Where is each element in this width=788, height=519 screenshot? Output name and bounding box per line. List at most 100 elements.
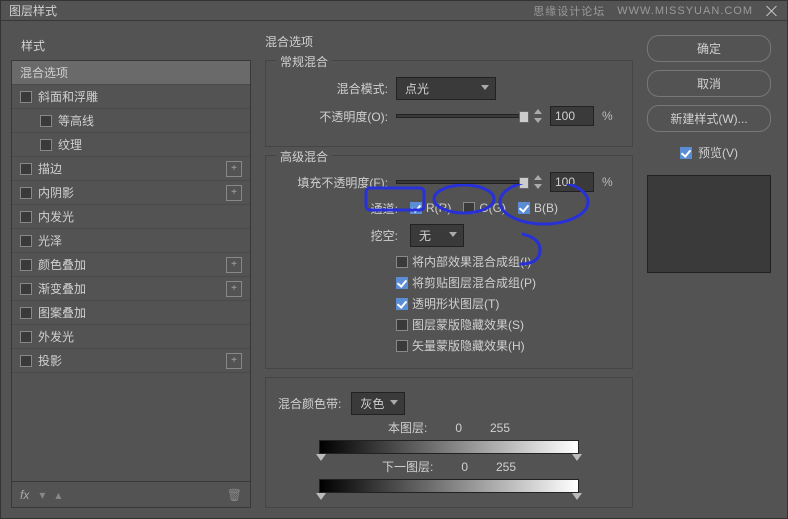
style-item-3[interactable]: 纹理 bbox=[12, 133, 250, 157]
style-item-11[interactable]: 外发光 bbox=[12, 325, 250, 349]
channels-label: 通道: bbox=[342, 200, 398, 217]
arrow-up-icon[interactable]: ▴ bbox=[55, 488, 61, 502]
knockout-select[interactable]: 无 bbox=[410, 224, 464, 247]
add-effect-icon[interactable]: + bbox=[226, 161, 242, 177]
adv-opt-checkbox-3[interactable] bbox=[396, 319, 408, 331]
trash-icon[interactable]: 🗑 bbox=[227, 488, 242, 502]
this-layer-label: 本图层: bbox=[388, 419, 427, 436]
arrow-down-icon[interactable]: ▾ bbox=[39, 488, 45, 502]
style-checkbox[interactable] bbox=[40, 115, 52, 127]
style-label: 等高线 bbox=[58, 112, 94, 129]
style-label: 投影 bbox=[38, 352, 62, 369]
preview-swatch bbox=[647, 175, 771, 273]
adv-opt-checkbox-1[interactable] bbox=[396, 277, 408, 289]
general-blend-group: 常规混合 混合模式: 点光 不透明度(O): 100 % bbox=[265, 60, 633, 147]
preview-checkbox[interactable] bbox=[680, 147, 692, 159]
style-checkbox[interactable] bbox=[20, 355, 32, 367]
channel-g-checkbox[interactable] bbox=[463, 202, 475, 214]
ok-button[interactable]: 确定 bbox=[647, 35, 771, 62]
style-label: 纹理 bbox=[58, 136, 82, 153]
style-checkbox[interactable] bbox=[40, 139, 52, 151]
blendif-select[interactable]: 灰色 bbox=[351, 392, 405, 415]
new-style-button[interactable]: 新建样式(W)... bbox=[647, 105, 771, 132]
blend-if-group: 混合颜色带: 灰色 本图层: 0 255 下一图层: 0 255 bbox=[265, 377, 633, 508]
style-checkbox[interactable] bbox=[20, 187, 32, 199]
adv-opt-label: 将内部效果混合成组(I) bbox=[412, 253, 531, 270]
adv-opt-checkbox-4[interactable] bbox=[396, 340, 408, 352]
style-item-7[interactable]: 光泽 bbox=[12, 229, 250, 253]
under-hi: 255 bbox=[496, 460, 516, 474]
style-item-5[interactable]: 内阴影 + bbox=[12, 181, 250, 205]
style-item-9[interactable]: 渐变叠加+ bbox=[12, 277, 250, 301]
style-checkbox[interactable] bbox=[20, 307, 32, 319]
add-effect-icon[interactable]: + bbox=[226, 353, 242, 369]
style-item-4[interactable]: 描边 + bbox=[12, 157, 250, 181]
style-label: 内发光 bbox=[38, 208, 74, 225]
add-effect-icon[interactable]: + bbox=[226, 257, 242, 273]
this-layer-gradient[interactable] bbox=[319, 440, 579, 454]
adv-opt-checkbox-0[interactable] bbox=[396, 256, 408, 268]
watermark-url: WWW.MISSYUAN.COM bbox=[617, 5, 753, 17]
add-effect-icon[interactable]: + bbox=[226, 281, 242, 297]
channel-b-checkbox[interactable] bbox=[518, 202, 530, 214]
add-effect-icon[interactable]: + bbox=[226, 185, 242, 201]
style-checkbox[interactable] bbox=[20, 283, 32, 295]
fill-opacity-slider[interactable] bbox=[396, 180, 526, 184]
spinner-icon[interactable] bbox=[534, 109, 542, 123]
pct-label: % bbox=[602, 175, 613, 189]
fill-opacity-label: 填充不透明度(F): bbox=[278, 174, 388, 191]
spinner-icon[interactable] bbox=[534, 175, 542, 189]
style-label: 光泽 bbox=[38, 232, 62, 249]
cancel-button[interactable]: 取消 bbox=[647, 70, 771, 97]
knockout-label: 挖空: bbox=[342, 227, 398, 244]
watermark-label: 思缘设计论坛 bbox=[533, 3, 605, 19]
style-checkbox[interactable] bbox=[20, 91, 32, 103]
preview-label: 预览(V) bbox=[698, 144, 738, 161]
adv-opt-checkbox-2[interactable] bbox=[396, 298, 408, 310]
style-item-6[interactable]: 内发光 bbox=[12, 205, 250, 229]
style-label: 混合选项 bbox=[20, 64, 68, 81]
adv-opt-label: 将剪贴图层混合成组(P) bbox=[412, 274, 536, 291]
style-checkbox[interactable] bbox=[20, 163, 32, 175]
tri-handle[interactable] bbox=[572, 454, 582, 461]
style-label: 斜面和浮雕 bbox=[38, 88, 98, 105]
style-item-2[interactable]: 等高线 bbox=[12, 109, 250, 133]
blend-mode-label: 混合模式: bbox=[278, 80, 388, 97]
style-item-12[interactable]: 投影 + bbox=[12, 349, 250, 373]
slider-thumb[interactable] bbox=[519, 111, 529, 123]
slider-thumb[interactable] bbox=[519, 177, 529, 189]
style-checkbox[interactable] bbox=[20, 259, 32, 271]
style-item-10[interactable]: 图案叠加 bbox=[12, 301, 250, 325]
blend-mode-select[interactable]: 点光 bbox=[396, 77, 496, 100]
blendif-label: 混合颜色带: bbox=[278, 395, 341, 412]
fx-icon[interactable]: fx bbox=[20, 488, 29, 502]
style-label: 图案叠加 bbox=[38, 304, 86, 321]
tri-handle[interactable] bbox=[572, 493, 582, 500]
under-layer-gradient[interactable] bbox=[319, 479, 579, 493]
advanced-blend-group: 高级混合 填充不透明度(F): 100 % 通道: R(R) G(G) B(B)… bbox=[265, 155, 633, 369]
channel-r-checkbox[interactable] bbox=[410, 202, 422, 214]
this-lo: 0 bbox=[455, 421, 462, 435]
style-item-0[interactable]: 混合选项 bbox=[12, 61, 250, 85]
adv-opt-label: 图层蒙版隐藏效果(S) bbox=[412, 316, 524, 333]
tri-handle[interactable] bbox=[316, 493, 326, 500]
style-label: 内阴影 bbox=[38, 184, 74, 201]
style-item-8[interactable]: 颜色叠加+ bbox=[12, 253, 250, 277]
this-hi: 255 bbox=[490, 421, 510, 435]
style-list: 混合选项斜面和浮雕等高线纹理描边 + 内阴影 + 内发光光泽颜色叠加+渐变叠加+ 图案叠加… bbox=[11, 60, 251, 482]
style-checkbox[interactable] bbox=[20, 235, 32, 247]
style-checkbox[interactable] bbox=[20, 211, 32, 223]
pct-label: % bbox=[602, 109, 613, 123]
window-title: 图层样式 bbox=[9, 2, 57, 19]
style-label: 描边 bbox=[38, 160, 62, 177]
fill-opacity-input[interactable]: 100 bbox=[550, 172, 594, 192]
opacity-input[interactable]: 100 bbox=[550, 106, 594, 126]
tri-handle[interactable] bbox=[316, 454, 326, 461]
style-item-1[interactable]: 斜面和浮雕 bbox=[12, 85, 250, 109]
style-label: 外发光 bbox=[38, 328, 74, 345]
opacity-slider[interactable] bbox=[396, 114, 526, 118]
titlebar: 图层样式 思缘设计论坛 WWW.MISSYUAN.COM bbox=[1, 1, 787, 21]
close-icon[interactable] bbox=[765, 4, 779, 18]
adv-opt-label: 透明形状图层(T) bbox=[412, 295, 499, 312]
style-checkbox[interactable] bbox=[20, 331, 32, 343]
